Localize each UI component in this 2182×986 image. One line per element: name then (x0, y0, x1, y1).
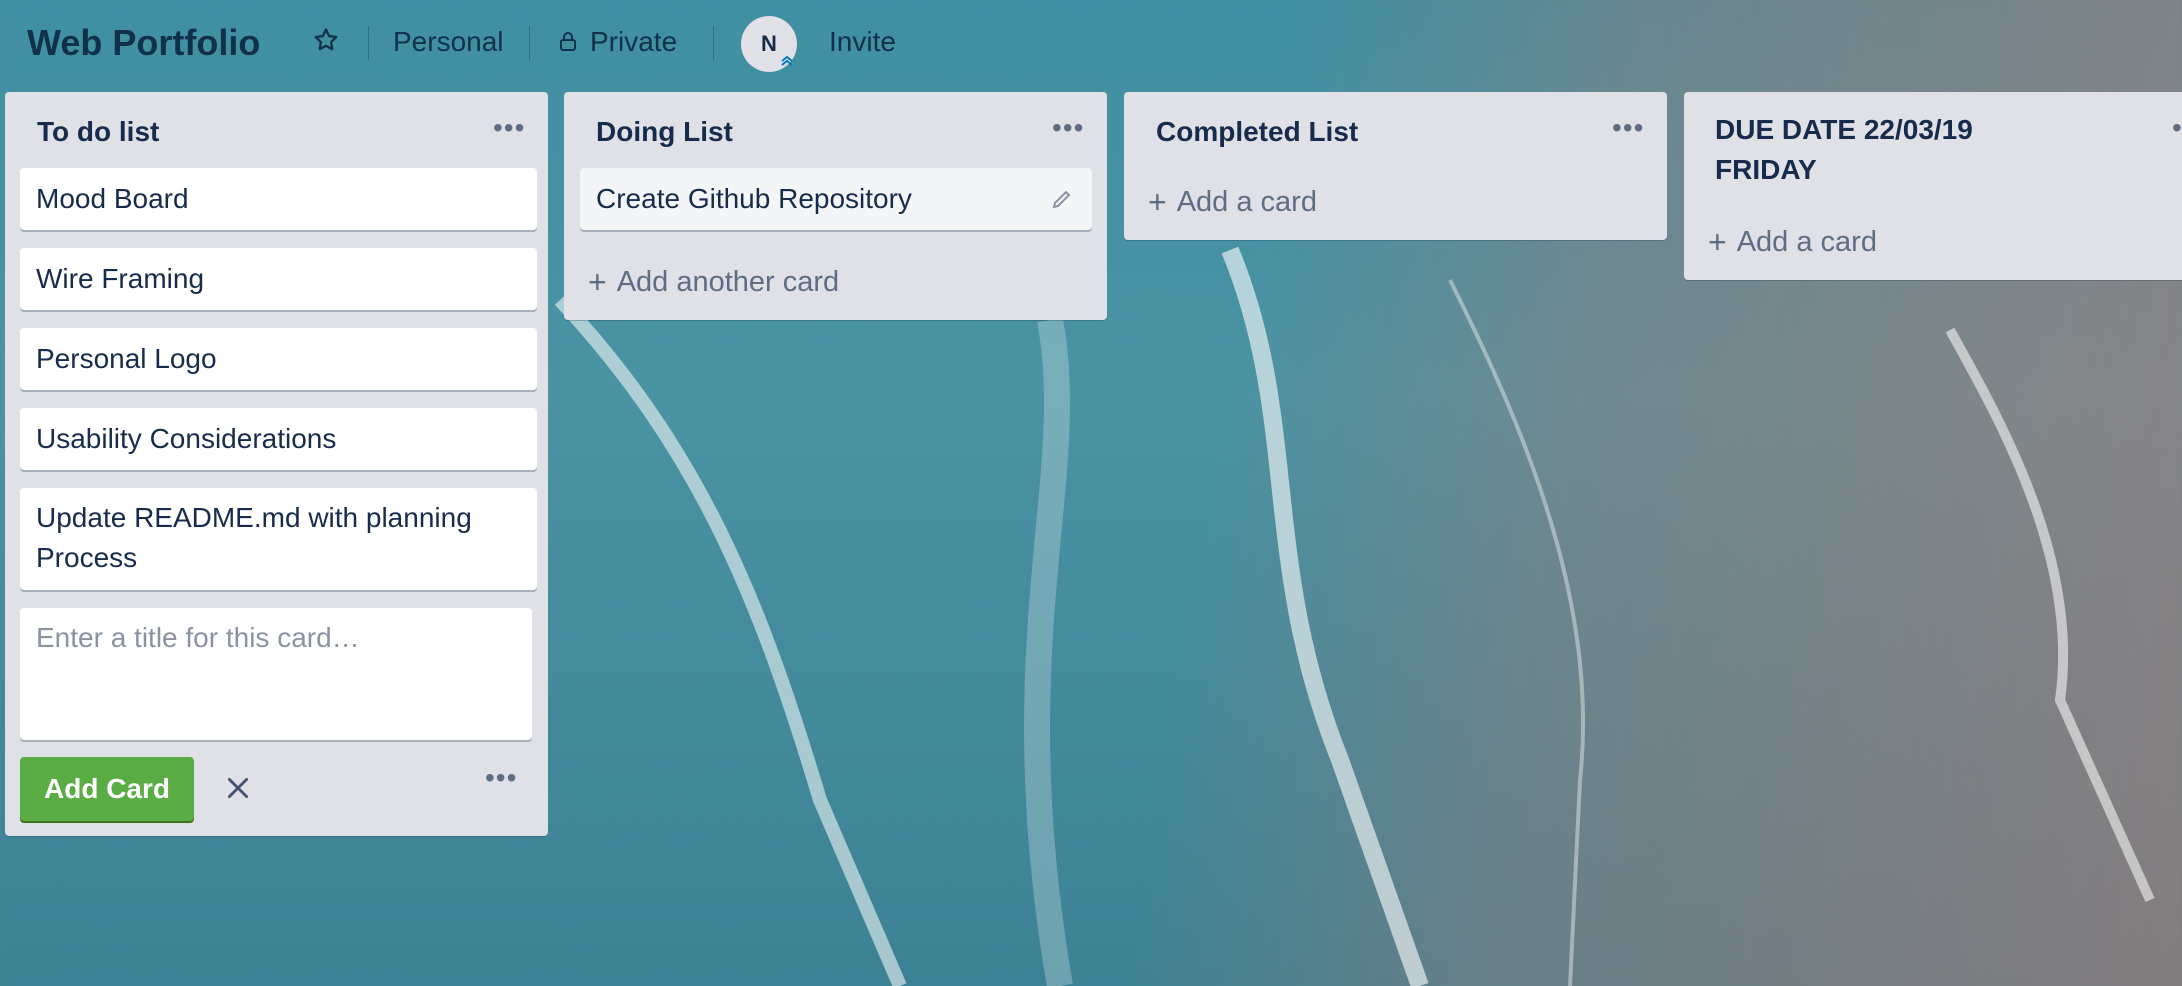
board-title[interactable]: Web Portfolio (27, 22, 260, 64)
list-completed: Completed List ••• + Add a card (1124, 92, 1667, 240)
invite-label: Invite (829, 26, 896, 57)
list-menu-icon[interactable]: ••• (1052, 112, 1084, 144)
add-another-card-button[interactable]: + Add another card (588, 264, 839, 301)
add-card-label: Add another card (616, 266, 840, 298)
list-title[interactable]: Doing List (596, 112, 733, 152)
lock-icon (560, 32, 576, 51)
avatar-initial: N (761, 31, 777, 56)
header-divider (529, 26, 530, 60)
plus-icon: + (1708, 224, 1727, 260)
card-title-input[interactable] (20, 608, 532, 740)
list-to-do: To do list ••• Mood Board Wire Framing P… (5, 92, 548, 836)
header-divider (368, 26, 369, 60)
list-title[interactable]: DUE DATE 22/03/19 FRIDAY (1715, 110, 2035, 190)
board-header: Web Portfolio Personal Private N Invite (0, 0, 2182, 88)
list-due-date: DUE DATE 22/03/19 FRIDAY ••• + Add a car… (1684, 92, 2182, 280)
card[interactable]: Usability Considerations (20, 408, 537, 470)
header-divider (713, 26, 714, 60)
visibility-button[interactable]: Private (556, 26, 677, 58)
visibility-label: Private (590, 26, 678, 57)
close-icon (227, 777, 249, 799)
star-icon (314, 28, 338, 51)
list-title[interactable]: To do list (37, 112, 159, 152)
add-card-button[interactable]: + Add a card (1148, 184, 1317, 221)
list-doing: Doing List ••• Create Github Repository … (564, 92, 1107, 320)
add-card-button[interactable]: Add Card (20, 757, 194, 821)
add-card-label: Add a card (1736, 226, 1877, 258)
list-menu-icon[interactable]: ••• (2172, 112, 2182, 144)
card[interactable]: Update README.md with planning Process (20, 488, 537, 590)
card[interactable]: Mood Board (20, 168, 537, 230)
edit-pencil-icon[interactable] (1050, 187, 1074, 211)
invite-button[interactable]: Invite (829, 26, 896, 58)
add-card-label: Add a card (1176, 186, 1317, 218)
add-card-button[interactable]: + Add a card (1708, 224, 1877, 261)
plus-icon: + (1148, 184, 1167, 220)
admin-chevron-icon (779, 52, 795, 68)
composer-options-icon[interactable]: ••• (485, 762, 517, 794)
card-composer (20, 608, 532, 740)
card-title: Create Github Repository (596, 183, 912, 214)
list-menu-icon[interactable]: ••• (1612, 112, 1644, 144)
card[interactable]: Create Github Repository (580, 168, 1092, 230)
close-composer-button[interactable] (216, 766, 260, 810)
star-button[interactable] (312, 26, 340, 54)
plus-icon: + (588, 264, 607, 300)
team-button[interactable]: Personal (393, 26, 504, 58)
card[interactable]: Personal Logo (20, 328, 537, 390)
list-title[interactable]: Completed List (1156, 112, 1358, 152)
card[interactable]: Wire Framing (20, 248, 537, 310)
list-menu-icon[interactable]: ••• (493, 112, 525, 144)
team-label: Personal (393, 26, 504, 57)
